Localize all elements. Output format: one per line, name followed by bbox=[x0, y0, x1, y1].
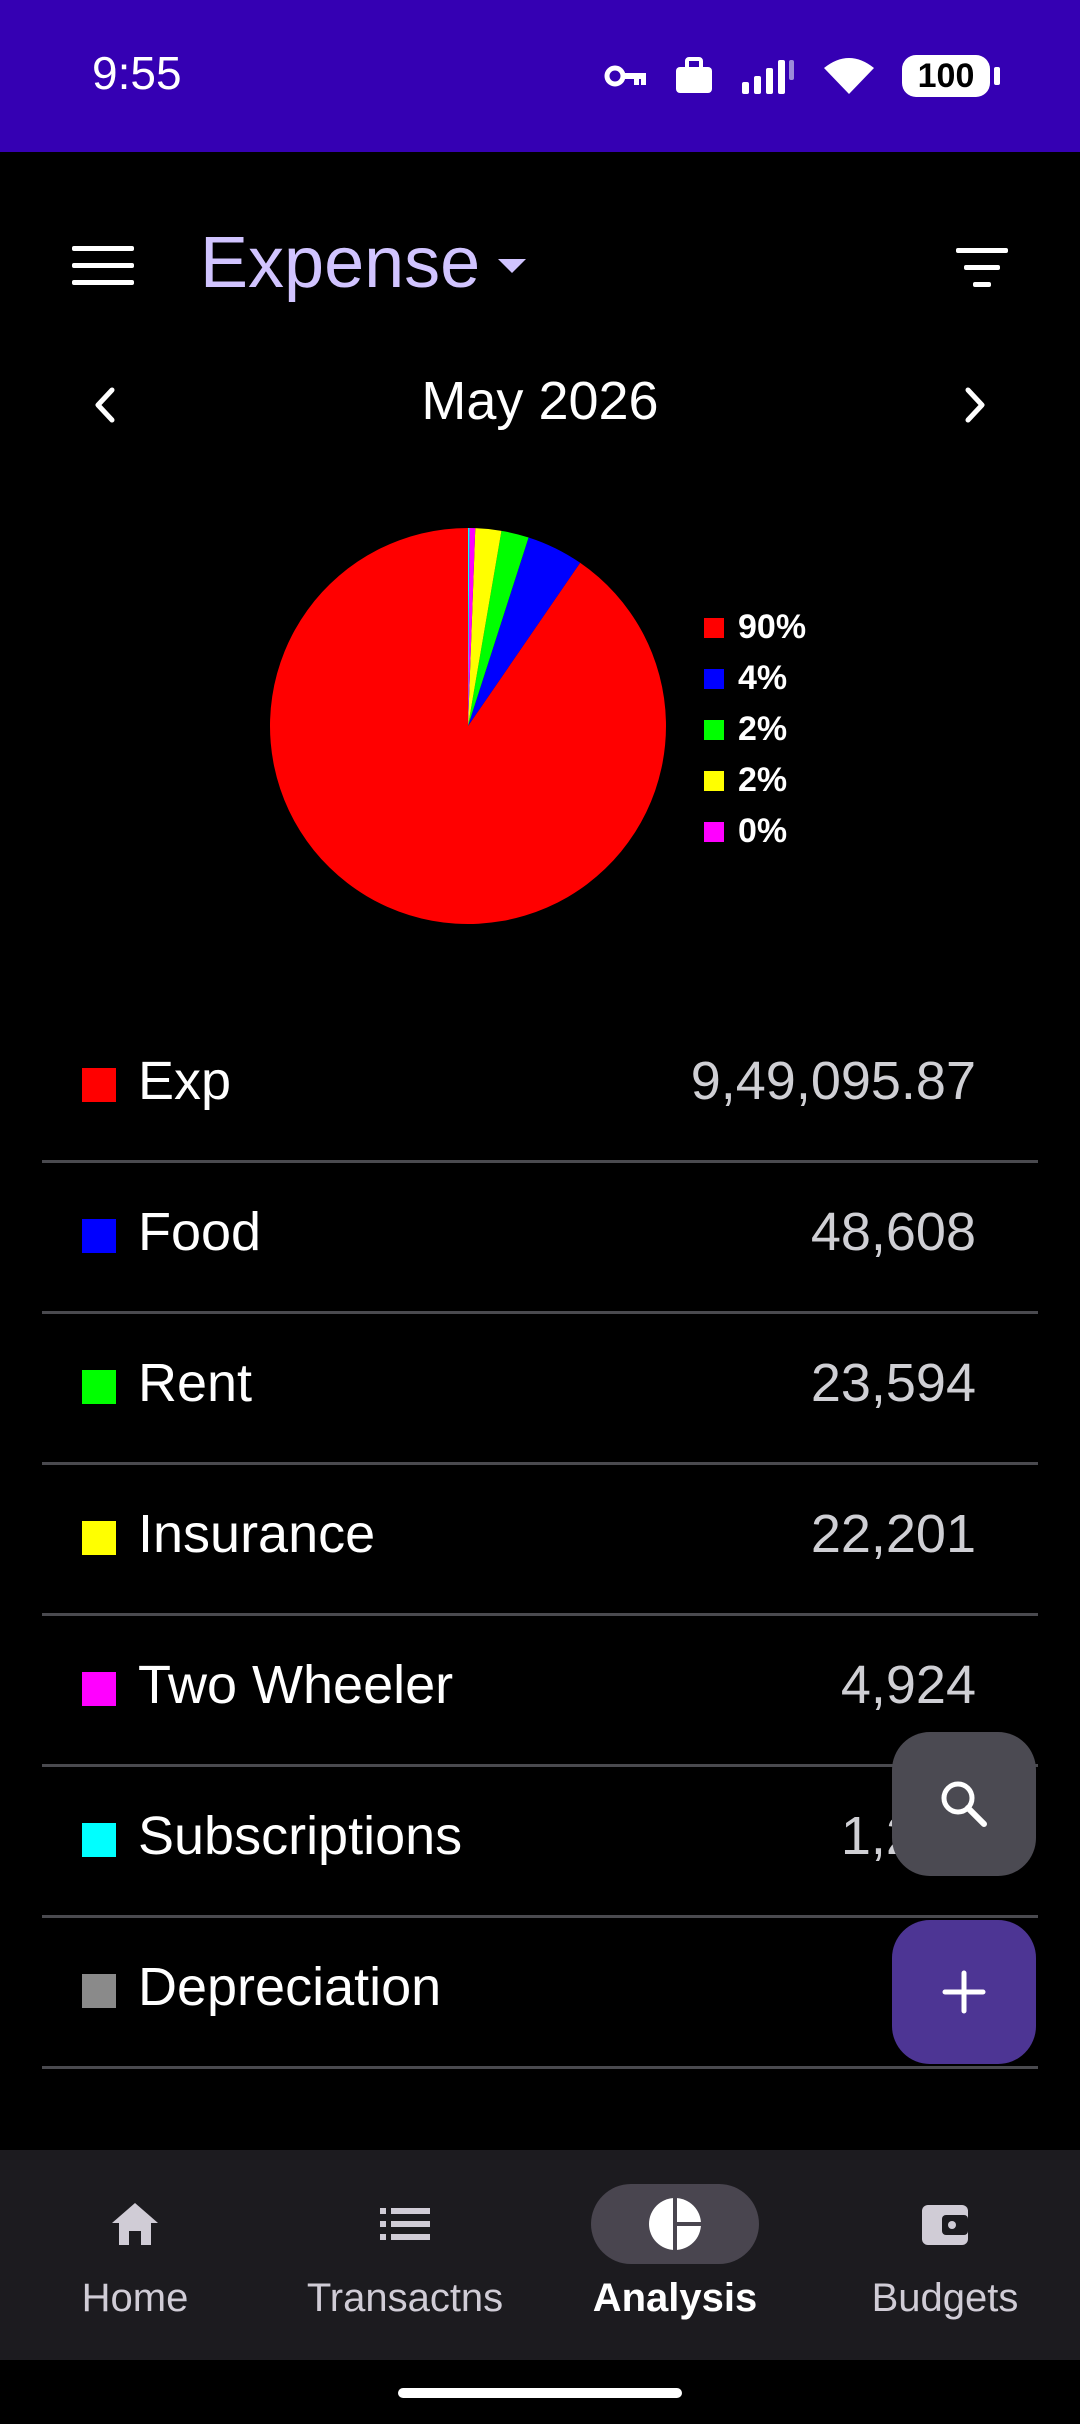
dropdown-arrow-icon bbox=[498, 259, 527, 273]
nav-label-home: Home bbox=[81, 2276, 189, 2320]
battery-icon: 100 bbox=[902, 55, 1000, 97]
legend-label: 90% bbox=[738, 608, 807, 646]
category-row-subscriptions[interactable]: Subscriptions1,218 bbox=[42, 1767, 1038, 1918]
month-label: May 2026 bbox=[421, 371, 659, 431]
page-title: Expense bbox=[200, 223, 481, 303]
category-color-swatch bbox=[82, 1672, 116, 1706]
month-selector: May 2026 bbox=[0, 360, 1080, 450]
category-row-rent[interactable]: Rent 23,594 bbox=[42, 1314, 1038, 1465]
legend-swatch bbox=[704, 719, 724, 740]
legend-label: 4% bbox=[738, 659, 788, 697]
nav-label-analysis: Analysis bbox=[592, 2276, 758, 2320]
nav-item-home[interactable]: Home bbox=[0, 2150, 270, 2360]
work-profile-icon bbox=[676, 57, 712, 93]
home-indicator[interactable] bbox=[398, 2388, 682, 2398]
signal-icon bbox=[742, 60, 794, 94]
category-row-exp[interactable]: Exp 9,49,095.87 bbox=[42, 1012, 1038, 1163]
vpn-key-icon bbox=[604, 65, 646, 87]
search-icon bbox=[941, 1781, 987, 1827]
app-bar: Expense bbox=[0, 200, 1080, 340]
category-row-depreciation[interactable]: Depreciation8 bbox=[42, 1918, 1038, 2069]
expense-pie-chart[interactable] bbox=[268, 526, 668, 926]
add-transaction-button[interactable] bbox=[892, 1920, 1036, 2064]
menu-icon[interactable] bbox=[72, 246, 134, 296]
category-name: Subscriptions bbox=[138, 1806, 463, 1866]
category-color-swatch bbox=[82, 1974, 116, 2008]
category-name: Insurance bbox=[138, 1504, 376, 1564]
category-color-swatch bbox=[82, 1219, 116, 1253]
category-name: Rent bbox=[138, 1353, 253, 1413]
nav-item-analysis[interactable]: Analysis bbox=[540, 2150, 810, 2360]
status-bar: 9:55 100 bbox=[0, 0, 1080, 152]
category-list: Exp 9,49,095.87 Food 48,608 Rent 23,594 Insura… bbox=[42, 1012, 1038, 2069]
legend-item: 90% bbox=[704, 602, 806, 653]
plus-icon bbox=[942, 1970, 986, 2014]
category-amount: 9,49,095.87 bbox=[690, 1051, 976, 1111]
legend-label: 2% bbox=[738, 710, 788, 748]
nav-item-budgets[interactable]: Budgets bbox=[810, 2150, 1080, 2360]
wifi-icon bbox=[824, 58, 874, 94]
category-row-two-wheeler[interactable]: Two Wheeler 4,924 bbox=[42, 1616, 1038, 1767]
pie-legend: 90% 4% 2% 2% 0% bbox=[704, 602, 806, 857]
legend-label: 2% bbox=[738, 761, 788, 799]
status-time: 9:55 bbox=[92, 47, 182, 99]
legend-item: 2% bbox=[704, 755, 806, 806]
legend-item: 0% bbox=[704, 806, 806, 857]
legend-swatch bbox=[704, 770, 724, 791]
category-amount: 22,201 bbox=[810, 1504, 976, 1564]
category-name: Depreciation bbox=[138, 1957, 442, 2017]
category-color-swatch bbox=[82, 1370, 116, 1404]
wallet-icon bbox=[861, 2184, 1029, 2264]
home-icon bbox=[51, 2184, 219, 2264]
bottom-navigation: Home Transactns Analysis Budgets bbox=[0, 2150, 1080, 2360]
legend-swatch bbox=[704, 821, 724, 842]
filter-icon[interactable] bbox=[952, 248, 1012, 292]
category-amount: 23,594 bbox=[810, 1353, 976, 1413]
category-color-swatch bbox=[82, 1823, 116, 1857]
status-icons: 100 bbox=[604, 46, 1000, 106]
chevron-right-icon[interactable] bbox=[948, 378, 1002, 432]
category-color-swatch bbox=[82, 1521, 116, 1555]
category-name: Two Wheeler bbox=[138, 1655, 454, 1715]
nav-label-budgets: Budgets bbox=[871, 2276, 1019, 2320]
legend-swatch bbox=[704, 617, 724, 638]
search-button[interactable] bbox=[892, 1732, 1036, 1876]
pie-chart-icon bbox=[591, 2184, 759, 2264]
category-row-insurance[interactable]: Insurance 22,201 bbox=[42, 1465, 1038, 1616]
legend-swatch bbox=[704, 668, 724, 689]
legend-label: 0% bbox=[738, 812, 788, 850]
category-name: Food bbox=[138, 1202, 262, 1262]
category-color-swatch bbox=[82, 1068, 116, 1102]
nav-item-transactions[interactable]: Transactns bbox=[270, 2150, 540, 2360]
legend-item: 2% bbox=[704, 704, 806, 755]
nav-label-transactions: Transactns bbox=[306, 2276, 504, 2320]
list-icon bbox=[321, 2184, 489, 2264]
category-amount: 4,924 bbox=[840, 1655, 976, 1715]
category-row-food[interactable]: Food 48,608 bbox=[42, 1163, 1038, 1314]
legend-item: 4% bbox=[704, 653, 806, 704]
category-amount: 48,608 bbox=[810, 1202, 976, 1262]
type-selector[interactable]: Expense bbox=[200, 222, 527, 304]
category-name: Exp bbox=[138, 1051, 232, 1111]
